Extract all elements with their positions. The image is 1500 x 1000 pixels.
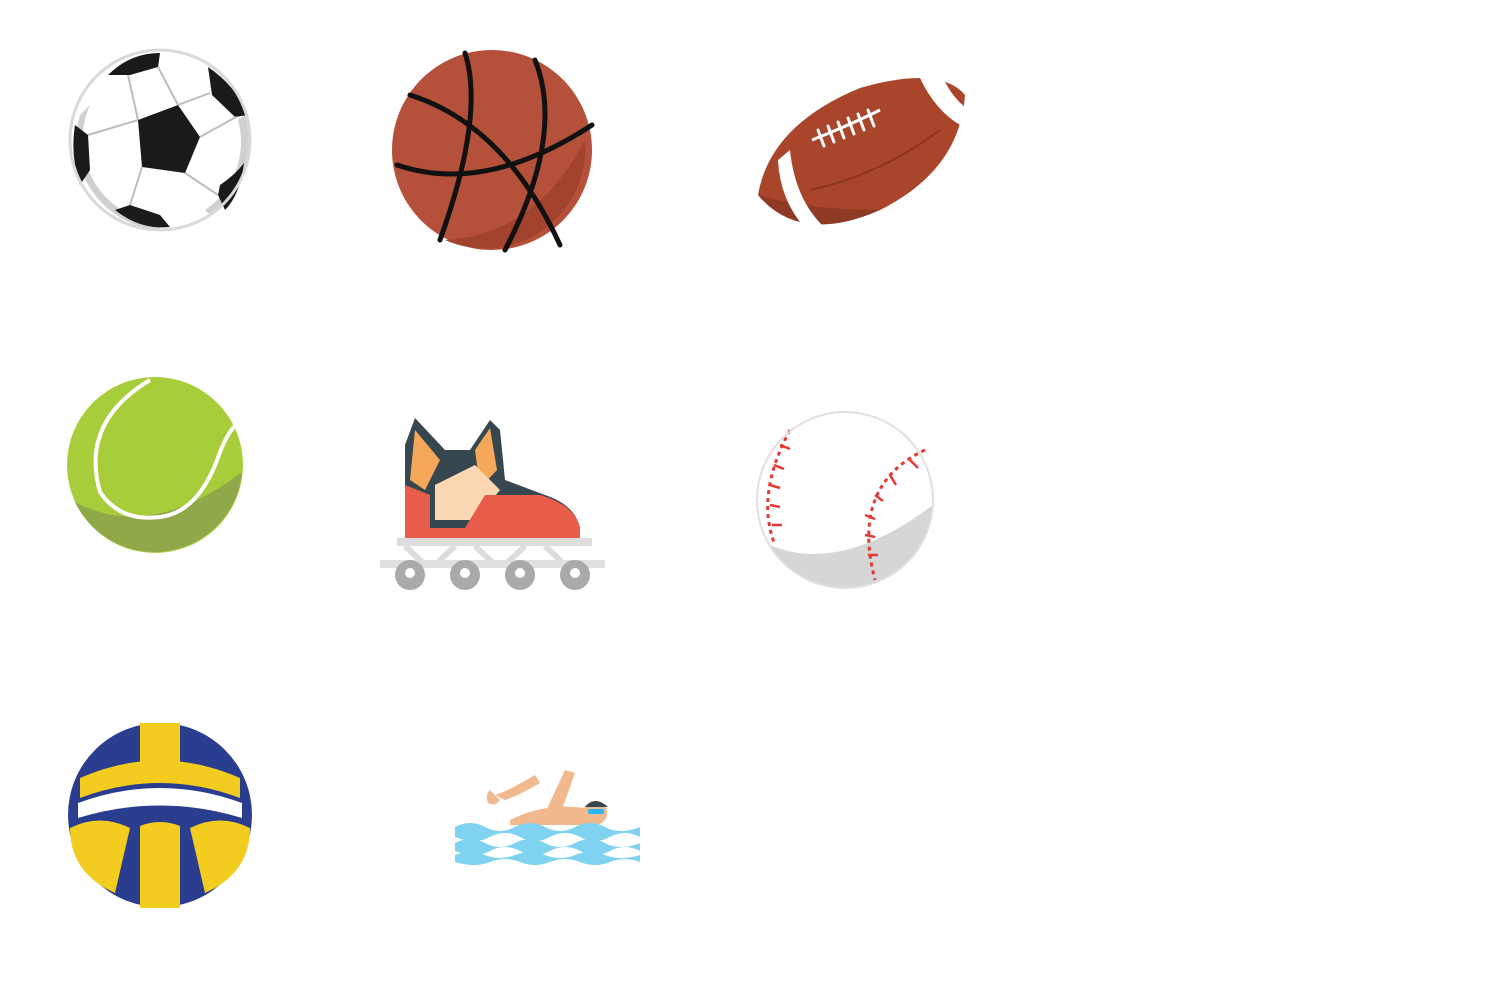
american-football-icon [758, 75, 966, 228]
swimmer-icon [455, 770, 640, 865]
volleyball-icon [68, 723, 252, 908]
basketball-icon [392, 50, 595, 253]
tennis-ball-icon [67, 377, 243, 553]
inline-skate-icon [380, 418, 605, 590]
baseball-icon [756, 411, 934, 589]
icon-canvas [0, 0, 1500, 1000]
soccer-ball-icon [68, 48, 252, 232]
